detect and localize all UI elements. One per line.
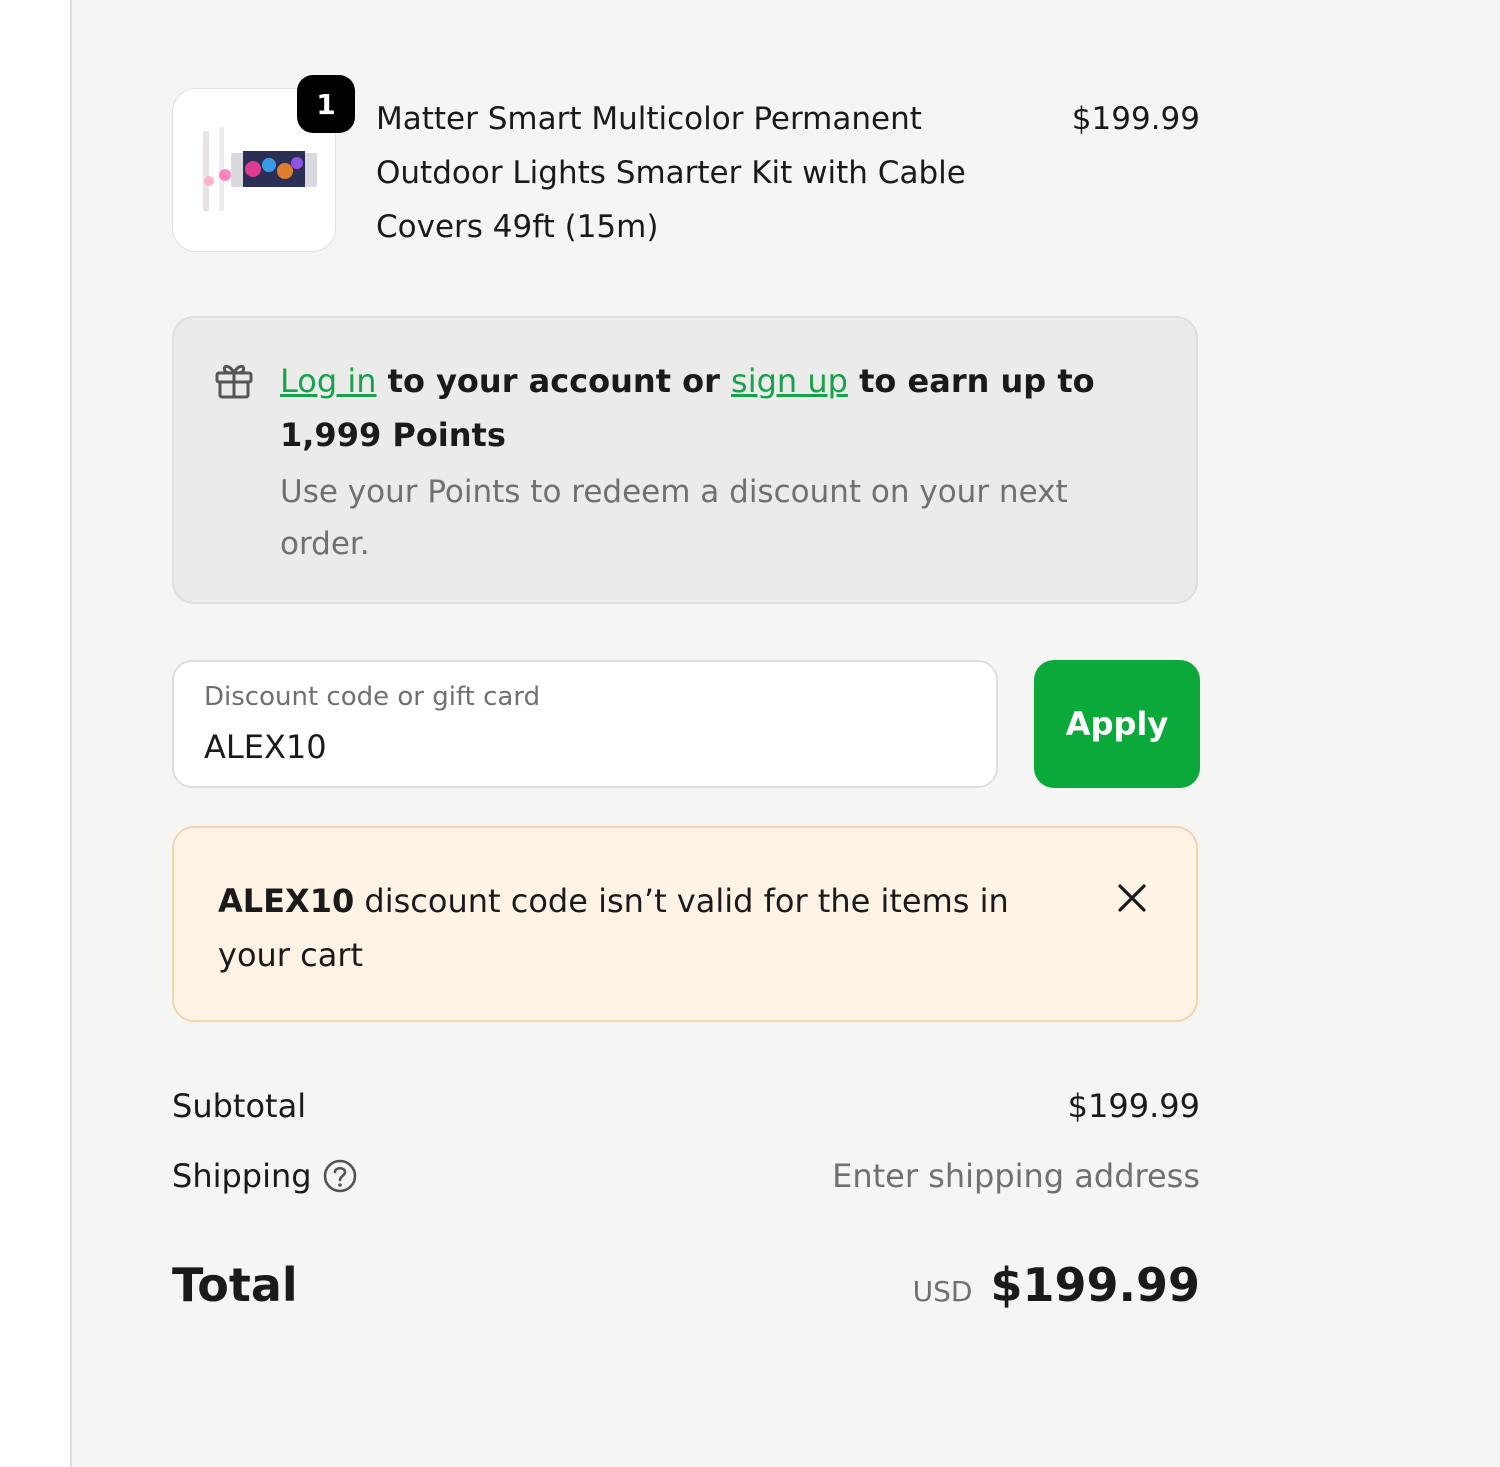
discount-code-field[interactable]: Discount code or gift card ALEX10	[172, 660, 998, 788]
total-row: Total USD $199.99	[172, 1250, 1200, 1320]
left-panel-edge	[0, 0, 70, 1467]
warning-message: ALEX10 discount code isn’t valid for the…	[218, 874, 1018, 982]
rewards-message: Log in to your account or sign up to ear…	[280, 354, 1160, 462]
shipping-row: Shipping Enter shipping address	[172, 1146, 1200, 1206]
rewards-subtext: Use your Points to redeem a discount on …	[280, 474, 1068, 562]
product-title: Matter Smart Multicolor Permanent Outdoo…	[376, 101, 966, 245]
shipping-value: Enter shipping address	[832, 1157, 1200, 1195]
discount-field-value[interactable]: ALEX10	[204, 728, 327, 766]
quantity-badge: 1	[297, 75, 355, 133]
discount-field-label: Discount code or gift card	[204, 682, 541, 712]
help-icon[interactable]	[322, 1158, 358, 1194]
rewards-text-middle: to your account or	[376, 362, 732, 400]
rewards-callout: Log in to your account or sign up to ear…	[172, 316, 1198, 604]
warning-code: ALEX10	[218, 882, 355, 920]
invalid-code-warning: ALEX10 discount code isn’t valid for the…	[172, 826, 1198, 1022]
product-image-icon	[197, 123, 317, 215]
apply-button[interactable]: Apply	[1034, 660, 1200, 788]
subtotal-label: Subtotal	[172, 1087, 307, 1125]
close-icon[interactable]	[1114, 880, 1150, 916]
total-amount-group: USD $199.99	[913, 1250, 1200, 1320]
shipping-label: Shipping	[172, 1157, 312, 1195]
product-thumbnail: 1	[172, 75, 355, 252]
gift-icon	[215, 364, 253, 399]
total-amount: $199.99	[990, 1258, 1200, 1312]
product-line-item: 1 Matter Smart Multicolor Permanent Outd…	[172, 75, 1200, 256]
subtotal-row: Subtotal $199.99	[172, 1076, 1200, 1136]
subtotal-value: $199.99	[1067, 1087, 1200, 1125]
total-label: Total	[172, 1258, 298, 1312]
signup-link[interactable]: sign up	[731, 362, 848, 400]
login-link[interactable]: Log in	[280, 362, 377, 400]
currency-code: USD	[912, 1275, 973, 1308]
product-price: $199.99	[1071, 101, 1200, 137]
